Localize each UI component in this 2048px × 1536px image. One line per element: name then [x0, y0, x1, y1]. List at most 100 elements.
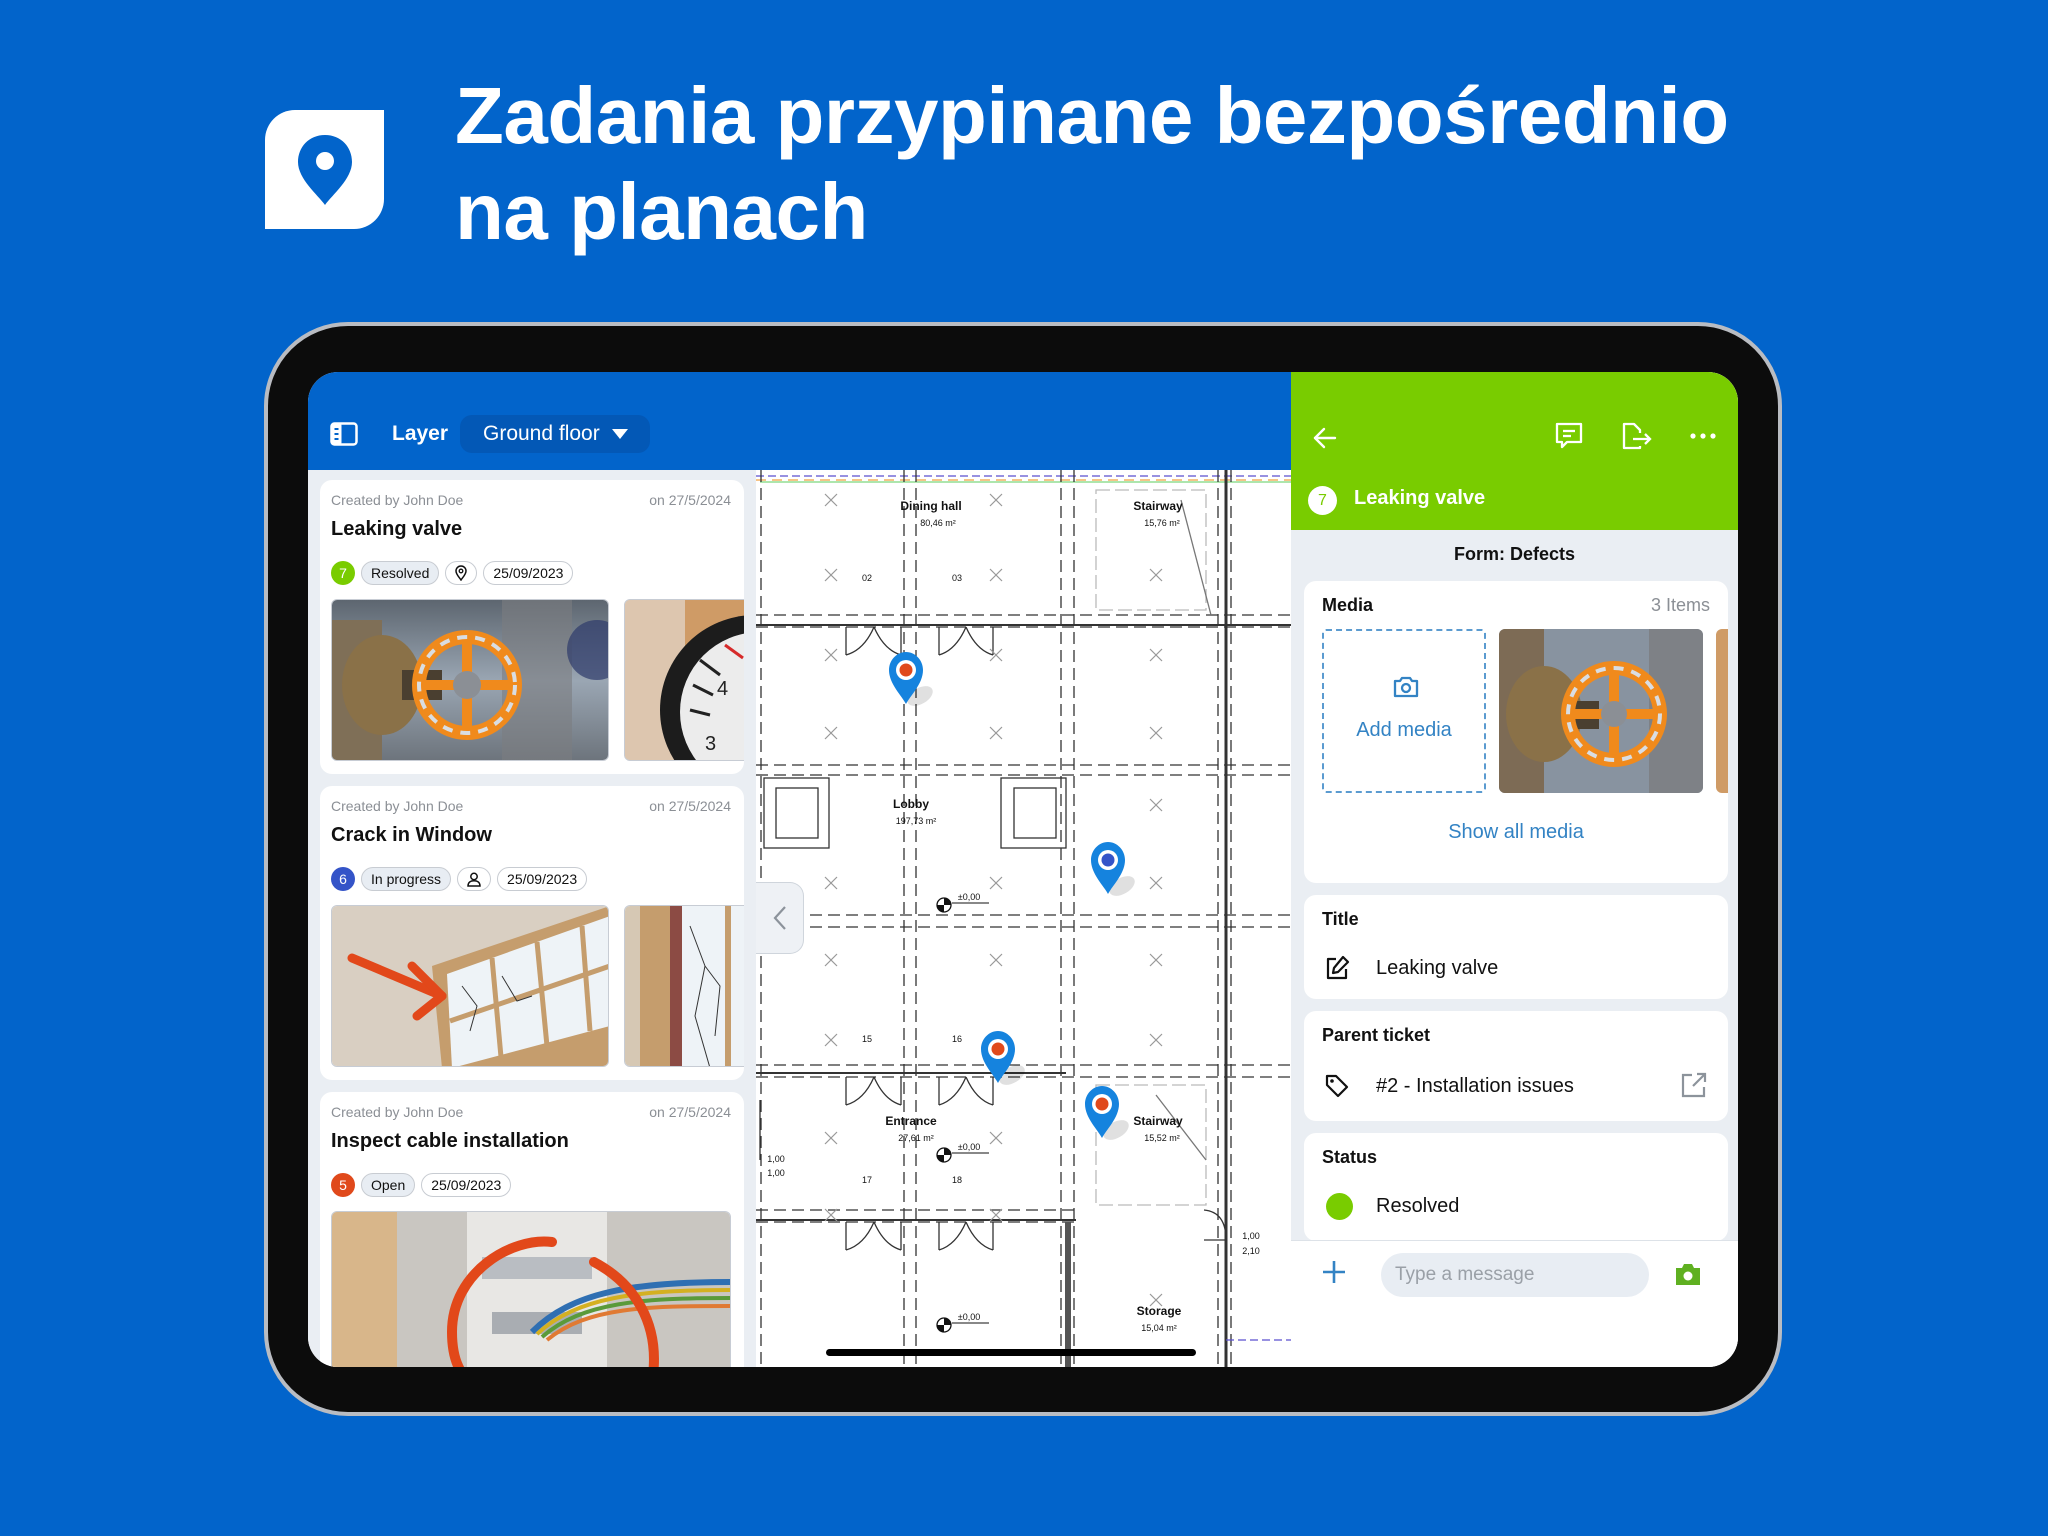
- layer-select-value: Ground floor: [483, 422, 600, 445]
- parent-ticket-field: Parent ticket #2 - Installation issues: [1304, 1011, 1728, 1121]
- message-composer: [1291, 1240, 1738, 1367]
- task-card[interactable]: Created by John Doe on 27/5/2024 Inspect…: [320, 1092, 744, 1367]
- ceiling-light-mark: [824, 876, 838, 890]
- title-field-value[interactable]: Leaking valve: [1376, 957, 1498, 980]
- ceiling-light-mark: [989, 953, 1003, 967]
- media-section: Media 3 Items Add media Show all media: [1304, 581, 1728, 883]
- floor-plan-drawing[interactable]: Dining hall 80,46 m² Stairway 15,76 m² L…: [756, 470, 1291, 1367]
- ceiling-light-mark: [824, 1131, 838, 1145]
- task-media: [331, 905, 744, 1067]
- room-area: 15,52 m²: [1144, 1133, 1180, 1143]
- room-label: Stairway: [1133, 499, 1183, 513]
- title-field-label: Title: [1322, 909, 1359, 929]
- home-indicator: [826, 1349, 1196, 1356]
- room-label: Lobby: [893, 797, 929, 811]
- svg-text:4: 4: [717, 678, 728, 700]
- task-card[interactable]: Created by John Doe on 27/5/2024 Leaking…: [320, 480, 744, 774]
- task-image-valve[interactable]: [331, 599, 609, 761]
- task-image-cracked-window-closeup[interactable]: [624, 905, 744, 1067]
- parent-ticket-value[interactable]: #2 - Installation issues: [1376, 1075, 1574, 1098]
- add-media-button[interactable]: Add media: [1322, 629, 1486, 793]
- room-label: Entrance: [885, 1114, 937, 1128]
- room-area: 80,46 m²: [920, 518, 956, 528]
- location-chip: [445, 561, 478, 585]
- ceiling-light-mark: [1149, 953, 1163, 967]
- ceiling-light-mark: [989, 568, 1003, 582]
- export-file-icon[interactable]: [1620, 420, 1652, 452]
- task-title: Crack in Window: [331, 824, 492, 846]
- room-label: Dining hall: [900, 499, 961, 513]
- dimension-label: 1,00: [1242, 1231, 1260, 1241]
- ceiling-light-mark: [989, 876, 1003, 890]
- floor-plan[interactable]: Dining hall 80,46 m² Stairway 15,76 m² L…: [756, 470, 1291, 1367]
- dimension-label: 2,10: [1242, 1246, 1260, 1256]
- parent-ticket-label: Parent ticket: [1322, 1025, 1431, 1045]
- hero-title: Zadania przypinane bezpośrednio na plana…: [455, 68, 1855, 260]
- task-pin-icon[interactable]: [889, 652, 936, 710]
- ceiling-light-mark: [1149, 876, 1163, 890]
- plus-icon[interactable]: [1321, 1259, 1347, 1285]
- task-chips: 6 In progress 25/09/2023: [331, 867, 588, 891]
- ceiling-light-mark: [824, 648, 838, 662]
- edit-icon[interactable]: [1324, 955, 1350, 981]
- assignee-chip: [457, 867, 492, 891]
- map-pin-icon: [297, 134, 352, 205]
- ceiling-light-mark: [824, 726, 838, 740]
- task-pin-icon[interactable]: [981, 1031, 1028, 1089]
- task-number-badge: 7: [331, 561, 355, 585]
- door-number: 03: [952, 573, 962, 583]
- task-image-thermostat[interactable]: 4 3: [624, 599, 744, 761]
- task-list: Created by John Doe on 27/5/2024 Leaking…: [308, 470, 756, 1367]
- task-media: [331, 1211, 744, 1367]
- map-pin-icon: [455, 565, 468, 581]
- title-field: Title Leaking valve: [1304, 895, 1728, 999]
- media-thumbnail[interactable]: [1716, 629, 1728, 793]
- task-title: Leaking valve: [331, 518, 463, 540]
- door-number: 17: [862, 1175, 872, 1185]
- level-label: ±0,00: [958, 892, 980, 902]
- tag-icon: [1325, 1074, 1349, 1098]
- ceiling-light-mark: [989, 726, 1003, 740]
- task-card[interactable]: Created by John Doe on 27/5/2024 Crack i…: [320, 786, 744, 1080]
- task-created-on: on 27/5/2024: [649, 798, 731, 814]
- show-all-media-link[interactable]: Show all media: [1304, 821, 1728, 844]
- media-thumbnail[interactable]: [1499, 629, 1703, 793]
- comment-icon[interactable]: [1553, 420, 1585, 452]
- collapse-list-button[interactable]: [756, 882, 804, 954]
- chevron-down-icon: [612, 429, 628, 439]
- back-arrow-icon[interactable]: [1311, 424, 1339, 452]
- ceiling-light-mark: [824, 1033, 838, 1047]
- more-options-icon[interactable]: [1687, 420, 1719, 452]
- task-detail-header: 7 Leaking valve: [1291, 372, 1738, 530]
- sidebar-toggle-icon[interactable]: [330, 422, 358, 446]
- task-media: 4 3: [331, 599, 744, 761]
- task-chips: 5 Open 25/09/2023: [331, 1173, 512, 1197]
- task-created-by: Created by John Doe: [331, 492, 464, 508]
- room-label: Stairway: [1133, 1114, 1183, 1128]
- task-detail-title: Leaking valve: [1354, 487, 1486, 509]
- layer-select[interactable]: Ground floor: [460, 415, 650, 453]
- task-created-on: on 27/5/2024: [649, 1104, 731, 1120]
- status-value[interactable]: Resolved: [1376, 1195, 1459, 1218]
- room-area: 197,73 m²: [896, 816, 937, 826]
- top-bar: Layer Ground floor: [308, 372, 1291, 470]
- task-image-electrical-panel[interactable]: [331, 1211, 731, 1367]
- task-image-cracked-window[interactable]: [331, 905, 609, 1067]
- ceiling-light-mark: [824, 493, 838, 507]
- message-input[interactable]: [1381, 1253, 1649, 1297]
- task-pin-icon[interactable]: [1091, 842, 1138, 900]
- external-link-icon[interactable]: [1680, 1071, 1708, 1099]
- task-detail-panel: 7 Leaking valve Form: Defects Media 3 It…: [1291, 372, 1738, 1367]
- status-dot: [1326, 1193, 1353, 1220]
- dimension-label: 1,00: [767, 1154, 785, 1164]
- room-area: 15,04 m²: [1141, 1323, 1177, 1333]
- task-pin-icon[interactable]: [1085, 1086, 1132, 1144]
- app-screen: Layer Ground floor Created by John Doe o…: [308, 372, 1738, 1367]
- camera-icon[interactable]: [1674, 1261, 1702, 1287]
- task-created-by: Created by John Doe: [331, 1104, 464, 1120]
- door-number: 02: [862, 573, 872, 583]
- door-number: 18: [952, 1175, 962, 1185]
- door-number: 16: [952, 1034, 962, 1044]
- due-date-chip: 25/09/2023: [483, 561, 574, 585]
- status-chip: Open: [361, 1173, 416, 1197]
